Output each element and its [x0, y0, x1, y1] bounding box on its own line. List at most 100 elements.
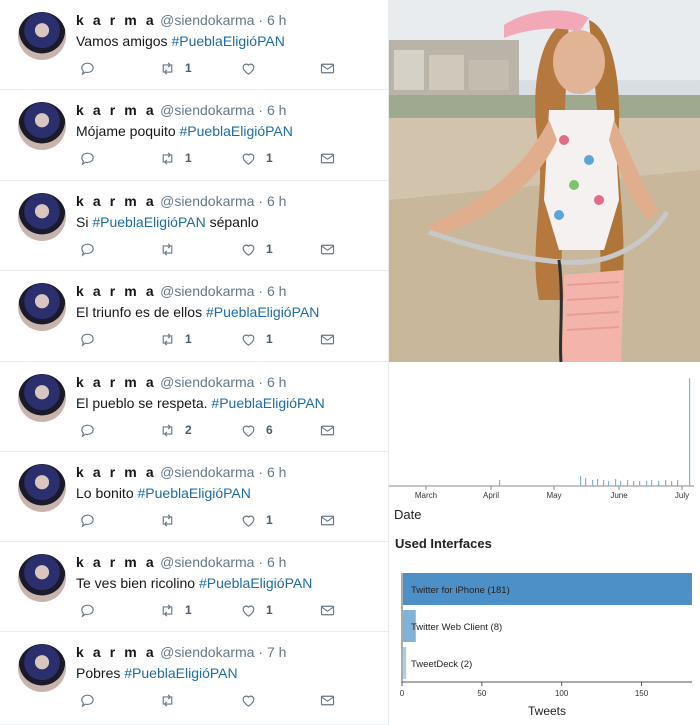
timeline-month-label: May — [546, 491, 561, 500]
retweet-button[interactable] — [159, 239, 185, 259]
username[interactable]: k a r m a — [76, 464, 156, 480]
timestamp[interactable]: 6 h — [267, 193, 286, 209]
reply-button[interactable] — [79, 329, 96, 349]
direct-message-button[interactable] — [319, 58, 336, 78]
reply-button[interactable] — [79, 58, 96, 78]
timestamp[interactable]: 6 h — [267, 102, 286, 118]
like-button[interactable] — [240, 58, 266, 78]
username[interactable]: k a r m a — [76, 102, 156, 118]
tweet[interactable]: k a r m a @siendokarma · 6 h Lo bonito #… — [0, 452, 389, 542]
avatar[interactable] — [18, 193, 66, 241]
avatar[interactable] — [18, 283, 66, 331]
handle[interactable]: @siendokarma — [160, 193, 254, 209]
tweet-text: Vamos amigos #PueblaEligióPAN — [76, 33, 285, 49]
handle[interactable]: @siendokarma — [160, 12, 254, 28]
timestamp[interactable]: 6 h — [267, 464, 286, 480]
tweet-text: Mójame poquito #PueblaEligióPAN — [76, 123, 293, 139]
avatar[interactable] — [18, 374, 66, 422]
like-button[interactable] — [240, 690, 266, 710]
username[interactable]: k a r m a — [76, 283, 156, 299]
retweet-button[interactable] — [159, 510, 185, 530]
used-interfaces-chart: Tweets Twitter for iPhone (181) Twitter W… — [400, 573, 692, 718]
direct-message-button[interactable] — [319, 329, 336, 349]
reply-button[interactable] — [79, 690, 96, 710]
hashtag-link[interactable]: #PueblaEligióPAN — [171, 33, 284, 49]
handle[interactable]: @siendokarma — [160, 554, 254, 570]
reply-button[interactable] — [79, 600, 96, 620]
tweet-actions: 1 — [76, 239, 356, 259]
hashtag-link[interactable]: #PueblaEligióPAN — [180, 123, 293, 139]
retweet-button[interactable]: 1 — [159, 600, 192, 620]
hashtag-link[interactable]: #PueblaEligióPAN — [92, 214, 205, 230]
direct-message-button[interactable] — [319, 600, 336, 620]
tweet-body: Vamos amigos — [76, 33, 172, 49]
handle[interactable]: @siendokarma — [160, 102, 254, 118]
reply-button[interactable] — [79, 510, 96, 530]
avatar[interactable] — [18, 644, 66, 692]
tweet[interactable]: k a r m a @siendokarma · 6 h Si #PueblaE… — [0, 181, 389, 271]
like-button[interactable]: 1 — [240, 148, 273, 168]
handle[interactable]: @siendokarma — [160, 374, 254, 390]
avatar[interactable] — [18, 102, 66, 150]
direct-message-button[interactable] — [319, 420, 336, 440]
handle[interactable]: @siendokarma — [160, 464, 254, 480]
retweet-button[interactable]: 1 — [159, 148, 192, 168]
reply-button[interactable] — [79, 420, 96, 440]
timeline-bar — [658, 481, 660, 486]
username[interactable]: k a r m a — [76, 374, 156, 390]
direct-message-button[interactable] — [319, 690, 336, 710]
tweet-header: k a r m a @siendokarma · 6 h — [76, 554, 286, 570]
timeline-bar — [615, 479, 617, 486]
tweet-body: El triunfo es de ellos — [76, 304, 206, 320]
reply-icon — [81, 152, 94, 166]
timestamp[interactable]: 7 h — [267, 644, 286, 660]
reply-icon — [81, 243, 94, 257]
retweet-button[interactable]: 1 — [159, 329, 192, 349]
hashtag-link[interactable]: #PueblaEligióPAN — [124, 665, 237, 681]
timestamp[interactable]: 6 h — [267, 554, 286, 570]
avatar[interactable] — [18, 12, 66, 60]
interface-bar[interactable] — [403, 647, 407, 679]
hashtag-link[interactable]: #PueblaEligióPAN — [138, 485, 251, 501]
tweet[interactable]: k a r m a @siendokarma · 6 h Vamos amigo… — [0, 0, 389, 90]
direct-message-button[interactable] — [319, 148, 336, 168]
timeline-month-label: April — [483, 491, 499, 500]
like-button[interactable]: 6 — [240, 420, 273, 440]
tweet[interactable]: k a r m a @siendokarma · 7 h Pobres #Pue… — [0, 632, 389, 725]
timestamp[interactable]: 6 h — [267, 283, 286, 299]
direct-message-button[interactable] — [319, 510, 336, 530]
handle[interactable]: @siendokarma — [160, 283, 254, 299]
username[interactable]: k a r m a — [76, 554, 156, 570]
like-button[interactable]: 1 — [240, 329, 273, 349]
tweet-feed: k a r m a @siendokarma · 6 h Vamos amigo… — [0, 0, 389, 725]
tweet-body: Pobres — [76, 665, 125, 681]
username[interactable]: k a r m a — [76, 644, 156, 660]
retweet-button[interactable]: 1 — [159, 58, 192, 78]
hashtag-link[interactable]: #PueblaEligióPAN — [206, 304, 319, 320]
tweet[interactable]: k a r m a @siendokarma · 6 h El triunfo … — [0, 271, 389, 362]
avatar[interactable] — [18, 554, 66, 602]
like-button[interactable]: 1 — [240, 239, 273, 259]
username[interactable]: k a r m a — [76, 12, 156, 28]
reply-button[interactable] — [79, 148, 96, 168]
timeline-bar — [627, 480, 629, 486]
hashtag-link[interactable]: #PueblaEligióPAN — [199, 575, 312, 591]
like-button[interactable]: 1 — [240, 510, 273, 530]
tweet-text: Lo bonito #PueblaEligióPAN — [76, 485, 251, 501]
timestamp[interactable]: 6 h — [267, 374, 286, 390]
tweet-header: k a r m a @siendokarma · 6 h — [76, 12, 286, 28]
handle[interactable]: @siendokarma — [160, 644, 254, 660]
reply-button[interactable] — [79, 239, 96, 259]
like-button[interactable]: 1 — [240, 600, 273, 620]
timeline-bar — [689, 378, 691, 486]
tweet[interactable]: k a r m a @siendokarma · 6 h Te ves bien… — [0, 542, 389, 632]
timestamp[interactable]: 6 h — [267, 12, 286, 28]
avatar[interactable] — [18, 464, 66, 512]
tweet[interactable]: k a r m a @siendokarma · 6 h El pueblo s… — [0, 362, 389, 452]
retweet-button[interactable] — [159, 690, 185, 710]
tweet[interactable]: k a r m a @siendokarma · 6 h Mójame poqu… — [0, 90, 389, 181]
username[interactable]: k a r m a — [76, 193, 156, 209]
retweet-button[interactable]: 2 — [159, 420, 192, 440]
direct-message-button[interactable] — [319, 239, 336, 259]
hashtag-link[interactable]: #PueblaEligióPAN — [211, 395, 324, 411]
